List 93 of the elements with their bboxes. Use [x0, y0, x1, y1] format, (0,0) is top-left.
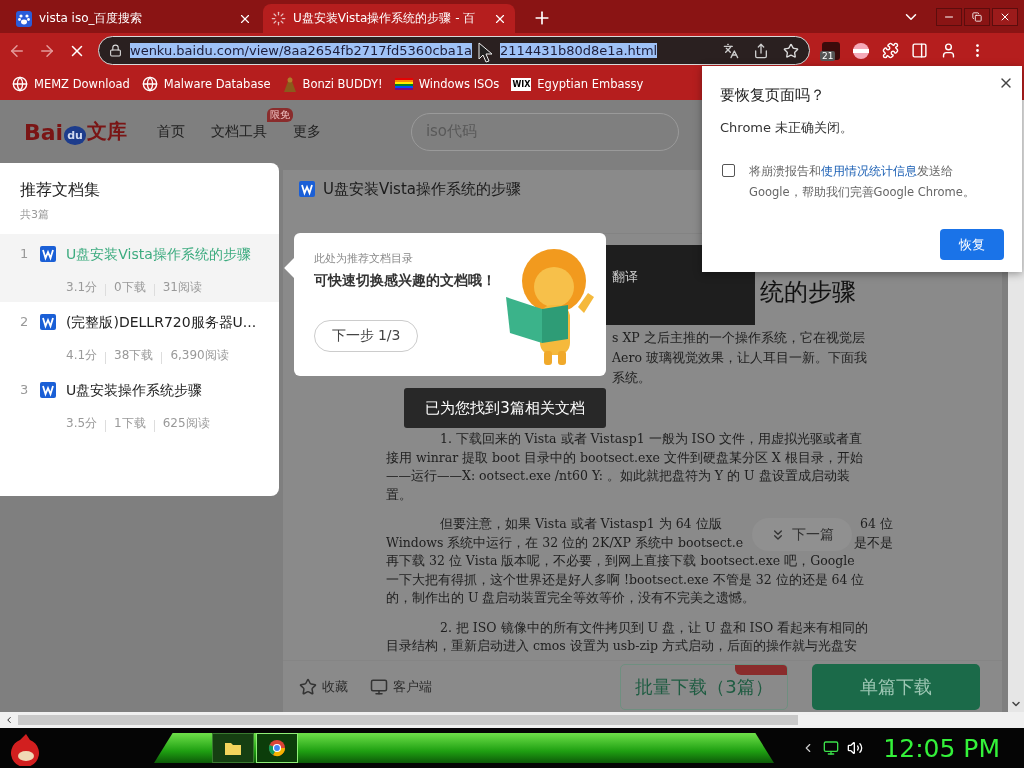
usage-stats-link[interactable]: 使用情况统计信息 [821, 164, 917, 178]
minimize-button[interactable] [936, 7, 962, 26]
translate-icon[interactable] [723, 42, 739, 59]
paragraph-line: 的，制作出的 U 盘启动装置完全等效等价，没有不完美之遗憾。 [386, 589, 756, 607]
restore-icon [972, 11, 982, 22]
bookmark-item[interactable]: Bonzi BUDDY! [282, 75, 383, 93]
nav-link[interactable]: 首页 [156, 122, 185, 141]
download-count: 0下载 [114, 278, 146, 296]
client-link[interactable]: 客户端 [370, 677, 432, 696]
share-icon[interactable] [753, 42, 769, 59]
paragraph-line: 接用 winrar 提取 boot 目录中的 bootsect.exe 文件到硬盘某分区 X 根目录，开始 [386, 448, 863, 467]
taskbar-app-button[interactable] [212, 733, 254, 763]
score-text: 4.1分 [66, 346, 98, 364]
horizontal-scrollbar[interactable] [0, 712, 1024, 728]
paragraph-line: 置。 [386, 485, 412, 504]
paragraph-line: 是不是 [854, 533, 893, 552]
tooltip-caption: 此处为推荐文档目录 [314, 251, 414, 266]
word-doc-icon [40, 314, 56, 330]
globe-icon [12, 76, 28, 92]
scroll-left-icon[interactable] [4, 715, 14, 725]
restore-button[interactable]: 恢复 [940, 229, 1004, 260]
nav-link[interactable]: 文档工具 [210, 122, 267, 141]
loading-spinner-icon [271, 11, 286, 26]
dialog-message: Chrome 未正确关闭。 [720, 119, 855, 137]
word-doc-icon [40, 382, 56, 398]
bookmark-item[interactable]: Malware Database [141, 76, 271, 92]
document-heading: 统的步骤 [760, 277, 856, 308]
toast-message: 已为您找到3篇相关文档 [404, 388, 606, 428]
logo-text: Bai [24, 120, 64, 145]
favorite-link[interactable]: 收藏 [299, 677, 348, 696]
flag-extension-icon[interactable] [852, 41, 870, 60]
download-count: 38下载 [114, 346, 154, 364]
word-doc-icon [40, 246, 56, 262]
badge-tag [735, 664, 787, 675]
url-text: 2114431b80d8e1a.html [500, 43, 658, 58]
bookmark-item[interactable]: Windows ISOs [394, 77, 500, 91]
read-count: 6,390阅读 [170, 346, 229, 364]
globe-icon [141, 76, 158, 92]
extension-icon[interactable]: 21 [822, 41, 840, 60]
dialog-title: 要恢复页面吗？ [720, 86, 826, 105]
close-button[interactable] [992, 7, 1018, 26]
single-download-button[interactable]: 单篇下载 [812, 663, 980, 710]
paragraph-line: 再下载 32 位 Vista 版本呢，不必要，到网上直接下载 bootsect.exe 吧，Google [386, 552, 855, 570]
folder-icon [224, 740, 242, 756]
word-doc-icon [299, 181, 315, 197]
read-count: 31阅读 [162, 278, 202, 296]
translate-button[interactable]: 翻译 [612, 268, 638, 286]
restore-button[interactable] [964, 7, 990, 26]
paragraph-line: Windows 系统中运行，在 32 位的 2K/XP 系统中 bootsect.e [386, 533, 744, 552]
logo-text: 文库 [86, 118, 127, 145]
consent-text: 将崩溃报告和使用情况统计信息发送给Google，帮助我们完善Google Chrome。 [749, 163, 976, 201]
browser-icon [268, 739, 286, 757]
tooltip-message: 可快速切换感兴趣的文档哦！ [314, 272, 497, 290]
star-icon [299, 677, 317, 696]
paragraph-line: 2. 把 ISO 镜像中的所有文件拷贝到 U 盘，让 U 盘和 ISO 看起来有相同的 [440, 618, 869, 637]
wix-logo: WIX [511, 77, 532, 91]
panel-title: 推荐文档集 [19, 180, 101, 201]
network-icon[interactable] [823, 740, 840, 756]
lock-icon [109, 44, 122, 57]
rainbow-flag-icon [394, 77, 413, 91]
score-text: 3.1分 [66, 278, 98, 296]
bookmark-item[interactable]: WIX Egyptian Embassy [511, 77, 644, 91]
profile-icon[interactable] [940, 42, 957, 59]
extensions-icon[interactable] [882, 42, 899, 59]
bookmark-item[interactable]: MEMZ Download [12, 76, 130, 92]
nav-link[interactable]: 更多 [292, 122, 321, 141]
logo-paw: du [64, 126, 86, 145]
paragraph-line: 但要注意，如果 Vista 或者 Vistasp1 为 64 位版 [440, 515, 722, 533]
paw-icon [16, 10, 32, 27]
paragraph-line: 目录结构，重新启动进入 cmos 设置为 usb-zip 方式启动，后面的操作就与光盘安 [386, 637, 857, 655]
document-title: U盘安装Vista操作系统的步骤 [323, 179, 521, 199]
url-text: wenku.baidu.com/view/8aa2654fb2717fd5360cba1a [130, 43, 472, 58]
browser-tab[interactable]: vista iso_百度搜索 [8, 4, 260, 33]
score-text: 3.5分 [66, 414, 98, 432]
monitor-icon [370, 677, 388, 696]
cursor-icon [478, 42, 494, 64]
address-bar[interactable]: wenku.baidu.com/view/8aa2654fb2717fd5360cba1a 2114431b80d8e1a.html [98, 36, 810, 65]
paragraph-line: 系统。 [612, 369, 651, 387]
checkbox[interactable] [722, 164, 735, 177]
document-count: 共3篇 [19, 207, 50, 222]
next-document-button[interactable]: 下一篇 [752, 518, 852, 551]
figure-icon [282, 75, 297, 93]
clock: 12:05 PM [883, 733, 1000, 763]
browser-tab[interactable]: U盘安装Vista操作系统的步骤 - 百 [263, 4, 515, 33]
extension-badge: 21 [820, 50, 836, 61]
download-count: 1下载 [114, 414, 146, 432]
paragraph-line: ——运行——X: ootsect.exe /nt60 Y: 。如此就把盘符为 Y 的 U 盘设置成启动装 [386, 467, 850, 485]
volume-icon[interactable] [847, 740, 864, 756]
nav-badge: 限免 [266, 107, 293, 122]
read-count: 625阅读 [162, 414, 210, 432]
side-panel-icon[interactable] [911, 42, 928, 59]
bookmark-star-icon[interactable] [783, 42, 799, 59]
paragraph-line: 64 位 [860, 515, 893, 533]
